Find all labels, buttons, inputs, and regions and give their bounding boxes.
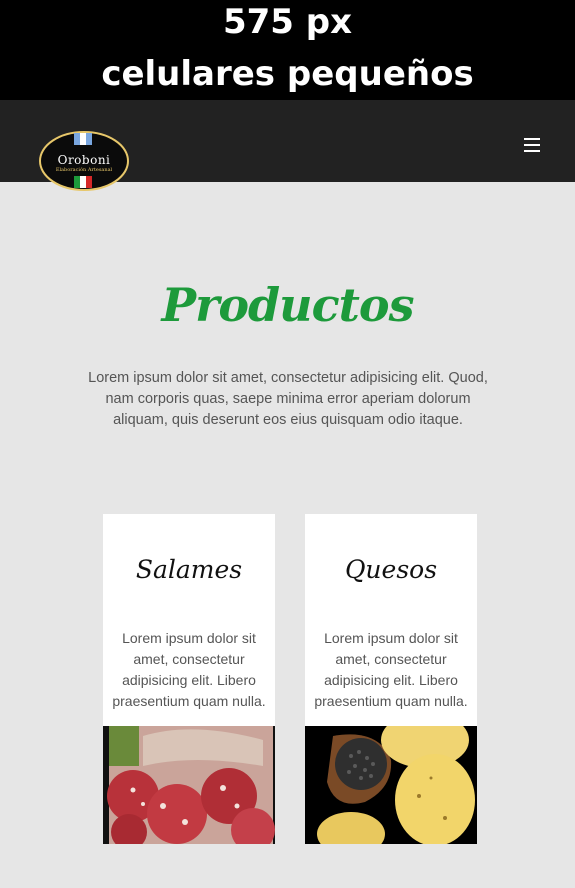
cheese-image xyxy=(305,726,477,844)
intro-text: Lorem ipsum dolor sit amet, consectetur … xyxy=(88,370,488,428)
hamburger-icon xyxy=(519,134,545,156)
logo-subtitle: Elaboración Artesanal xyxy=(55,167,113,173)
product-card-quesos[interactable]: Quesos Lorem ipsum dolor sit amet, conse… xyxy=(305,514,477,844)
card-text: Lorem ipsum dolor sit amet, consectetur … xyxy=(314,630,468,709)
brand-logo[interactable]: Oroboni Elaboración Artesanal xyxy=(38,130,130,192)
salami-image xyxy=(103,726,275,844)
caption-banner: 575 px celulares pequeños xyxy=(0,0,575,100)
card-title: Quesos xyxy=(344,555,438,584)
product-card-salames[interactable]: Salames Lorem ipsum dolor sit amet, cons… xyxy=(103,514,275,844)
card-title: Salames xyxy=(135,555,243,584)
caption-line-1: 575 px xyxy=(222,2,353,42)
caption-line-2: celulares pequeños xyxy=(101,54,474,94)
logo-text: Oroboni xyxy=(57,153,111,167)
page-title: Productos xyxy=(161,278,415,332)
hamburger-menu-button[interactable] xyxy=(519,130,545,158)
card-text: Lorem ipsum dolor sit amet, consectetur … xyxy=(112,630,266,709)
